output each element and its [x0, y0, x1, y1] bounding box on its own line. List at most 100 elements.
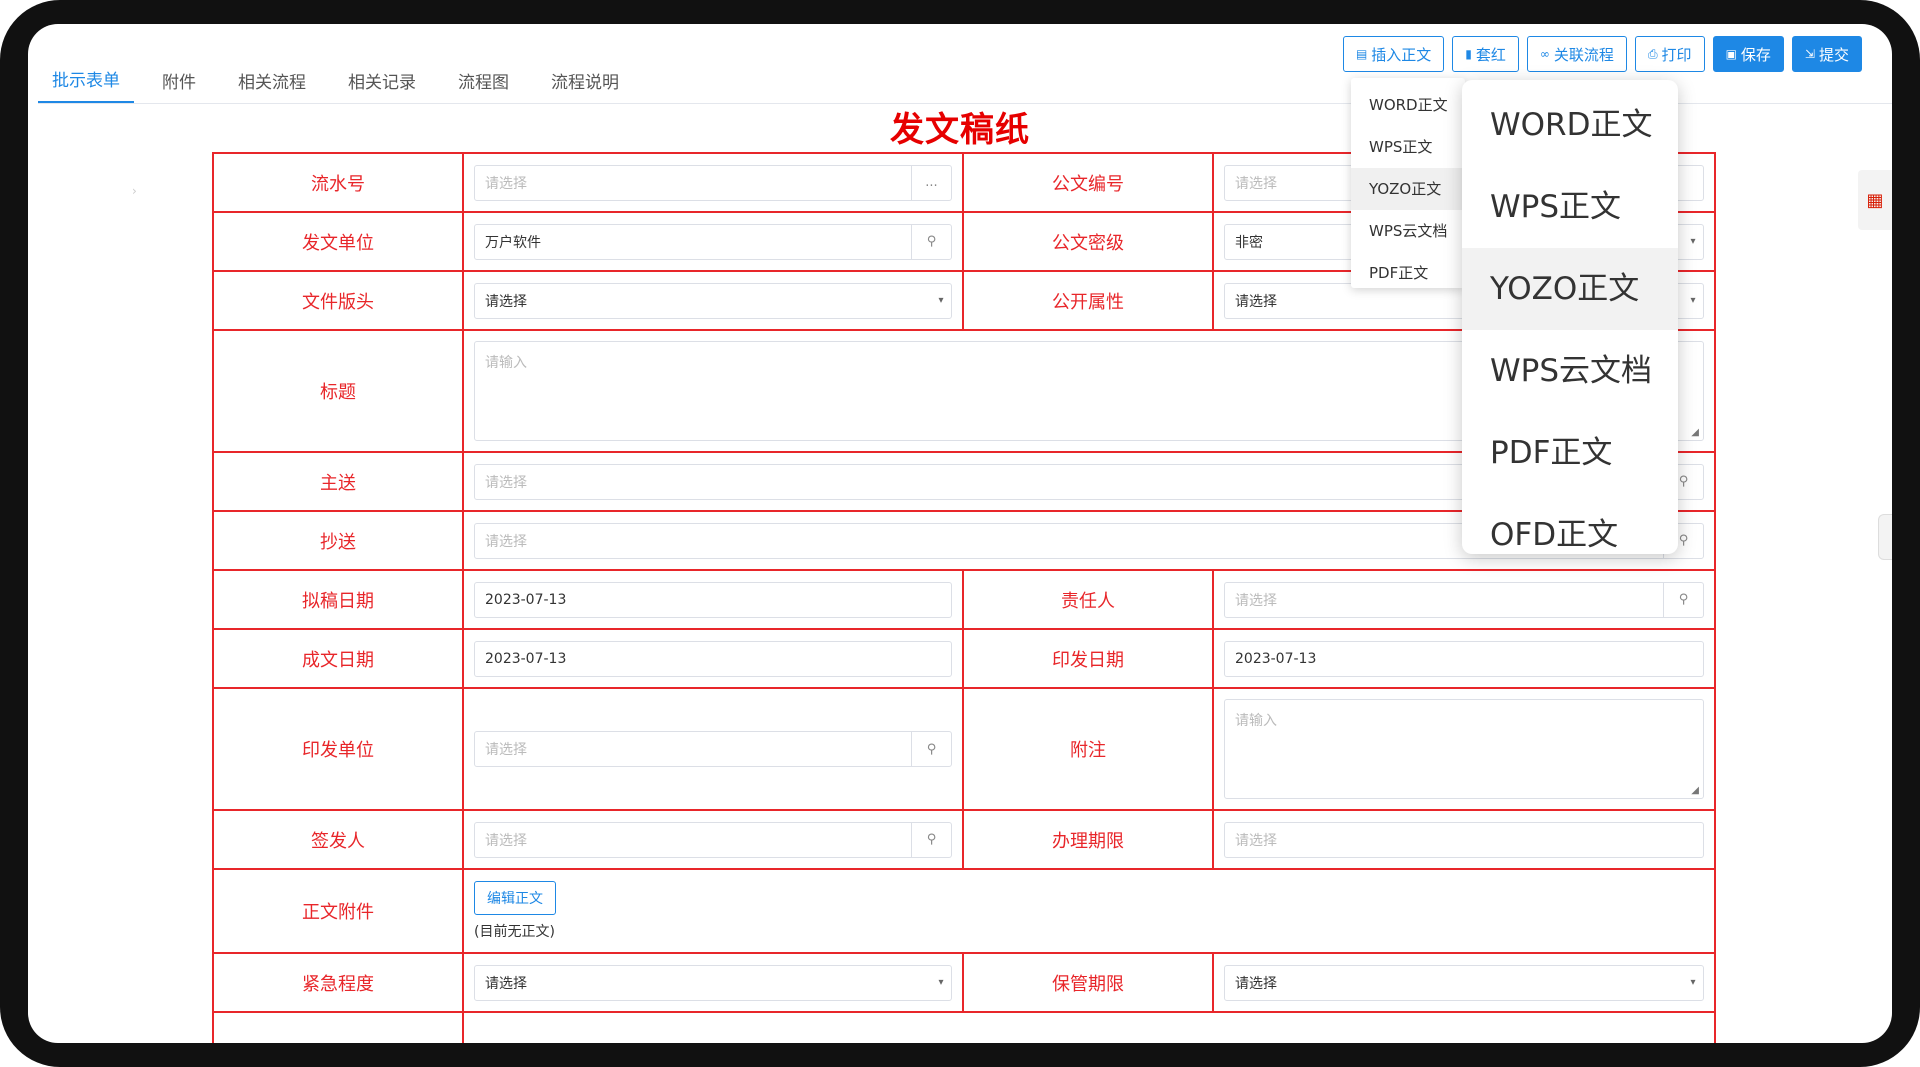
menu-item-word[interactable]: WORD正文 [1351, 84, 1465, 126]
done-date-value: 2023-07-13 [485, 650, 567, 667]
save-label: 保存 [1740, 45, 1771, 64]
insert-body-dropdown-zoomed: WORD正文 WPS正文 YOZO正文 WPS云文档 PDF正文 OFD正文 [1462, 80, 1678, 554]
draft-date-value: 2023-07-13 [485, 591, 567, 608]
tab-related-flows[interactable]: 相关流程 [224, 57, 320, 103]
print-date-input[interactable]: 2023-07-13 [1224, 640, 1704, 677]
print-label: 打印 [1661, 45, 1692, 64]
insert-body-label: 插入正文 [1371, 45, 1432, 64]
header-value: 请选择 [485, 293, 527, 310]
tab-approval-form[interactable]: 批示表单 [38, 57, 134, 103]
deadline-placeholder: 请选择 [1235, 832, 1277, 849]
signer-placeholder: 请选择 [485, 832, 527, 849]
tab-attachments[interactable]: 附件 [148, 57, 210, 103]
zoom-menu-item-wps-cloud[interactable]: WPS云文档 [1462, 330, 1678, 412]
zoom-menu-item-ofd[interactable]: OFD正文 [1462, 494, 1678, 576]
done-date-input[interactable]: 2023-07-13 [474, 640, 952, 677]
urgency-select[interactable]: 请选择 ▾ [474, 964, 952, 1001]
zoom-menu-item-pdf[interactable]: PDF正文 [1462, 412, 1678, 494]
exit-icon: ⇲ [1804, 47, 1815, 61]
header-select[interactable]: 请选择 ▾ [474, 282, 952, 319]
menu-item-yozo[interactable]: YOZO正文 [1351, 168, 1465, 210]
attach-label: 正文附件 [212, 868, 464, 954]
owner-label: 责任人 [962, 569, 1214, 630]
menu-item-wps[interactable]: WPS正文 [1351, 126, 1465, 168]
secret-label: 公文密级 [962, 211, 1214, 272]
chevron-down-icon: ▾ [1690, 236, 1696, 247]
tab-flow-description[interactable]: 流程说明 [537, 57, 633, 103]
retention-label: 保管期限 [962, 952, 1214, 1013]
resize-handle-icon[interactable]: ◢ [1691, 427, 1699, 438]
chevron-right-icon: › [132, 184, 137, 198]
chevron-down-icon: ▾ [938, 977, 944, 988]
insert-body-button[interactable]: ▤ 插入正文 [1342, 36, 1445, 72]
print-button[interactable]: ⎙ 打印 [1634, 36, 1705, 72]
zoom-menu-item-word[interactable]: WORD正文 [1462, 84, 1678, 166]
issuer-value: 万户软件 [485, 234, 541, 251]
issuer-label: 发文单位 [212, 211, 464, 272]
done-date-label: 成文日期 [212, 628, 464, 689]
owner-field[interactable]: 请选择 ⚲ [1224, 581, 1704, 618]
urgency-value: 请选择 [485, 975, 527, 992]
zoom-menu-item-yozo[interactable]: YOZO正文 [1462, 248, 1678, 330]
redhead-button[interactable]: ▮ 套红 [1452, 36, 1519, 72]
user-picker-icon[interactable]: ⚲ [1663, 582, 1703, 617]
urgency-label: 紧急程度 [212, 952, 464, 1013]
chevron-down-icon: ▾ [1690, 295, 1696, 306]
deadline-label: 办理期限 [962, 809, 1214, 870]
user-picker-icon[interactable]: ⚲ [911, 732, 951, 766]
signer-field[interactable]: 请选择 ⚲ [474, 821, 952, 858]
device-frame: 批示表单 附件 相关流程 相关记录 流程图 流程说明 ▤ 插入正文 ▮ 套红 ∞… [0, 0, 1920, 1067]
serial-placeholder: 请选择 [485, 175, 527, 192]
user-picker-icon[interactable]: ⚲ [911, 224, 951, 259]
insert-body-dropdown: WORD正文 WPS正文 YOZO正文 WPS云文档 PDF正文 [1351, 78, 1465, 288]
save-icon: ▣ [1725, 47, 1737, 61]
header-label: 文件版头 [212, 270, 464, 331]
submit-button[interactable]: ⇲ 提交 [1791, 36, 1862, 72]
resize-handle-icon[interactable]: ◢ [1691, 785, 1699, 796]
owner-placeholder: 请选择 [1235, 592, 1277, 609]
print-unit-label: 印发单位 [212, 687, 464, 811]
grid-apps-icon[interactable]: ▦ [1858, 170, 1892, 230]
more-icon[interactable]: ... [911, 165, 951, 200]
print-unit-placeholder: 请选择 [485, 742, 527, 758]
user-picker-icon[interactable]: ⚲ [911, 822, 951, 857]
app-screen: 批示表单 附件 相关流程 相关记录 流程图 流程说明 ▤ 插入正文 ▮ 套红 ∞… [28, 24, 1892, 1043]
submit-label: 提交 [1818, 45, 1849, 64]
public-label: 公开属性 [962, 270, 1214, 331]
no-body-note: (目前无正文) [474, 924, 555, 940]
remark-textarea[interactable]: 请输入 ◢ [1224, 699, 1704, 799]
link-icon: ∞ [1539, 47, 1550, 61]
zoom-menu-item-wps[interactable]: WPS正文 [1462, 166, 1678, 248]
subject-label: 标题 [212, 329, 464, 453]
redhead-label: 套红 [1475, 45, 1506, 64]
draft-date-input[interactable]: 2023-07-13 [474, 581, 952, 618]
deadline-field[interactable]: 请选择 [1224, 821, 1704, 858]
edit-body-button[interactable]: 编辑正文 [474, 881, 556, 915]
retention-value: 请选择 [1235, 975, 1277, 992]
save-button[interactable]: ▣ 保存 [1712, 36, 1784, 72]
next-row-label [212, 1011, 464, 1043]
retention-select[interactable]: 请选择 ▾ [1224, 964, 1704, 1001]
print-date-label: 印发日期 [962, 628, 1214, 689]
remark-placeholder: 请输入 [1235, 713, 1277, 729]
toolbar: ▤ 插入正文 ▮ 套红 ∞ 关联流程 ⎙ 打印 ▣ 保存 ⇲ 提交 [1342, 36, 1862, 72]
remark-label: 附注 [962, 687, 1214, 811]
subject-placeholder: 请输入 [485, 355, 527, 371]
tab-flow-chart[interactable]: 流程图 [444, 57, 523, 103]
link-flow-label: 关联流程 [1553, 45, 1614, 64]
print-unit-field[interactable]: 请选择 ⚲ [474, 731, 952, 767]
side-drawer-handle[interactable] [1878, 514, 1892, 560]
serial-label: 流水号 [212, 152, 464, 213]
issuer-field[interactable]: 万户软件 ⚲ [474, 223, 952, 260]
signer-label: 签发人 [212, 809, 464, 870]
printer-icon: ⎙ [1647, 46, 1658, 61]
menu-item-pdf[interactable]: PDF正文 [1351, 252, 1465, 294]
menu-item-wps-cloud[interactable]: WPS云文档 [1351, 210, 1465, 252]
tab-related-records[interactable]: 相关记录 [334, 57, 430, 103]
cc-label: 抄送 [212, 510, 464, 571]
chevron-down-icon: ▾ [938, 295, 944, 306]
link-flow-button[interactable]: ∞ 关联流程 [1526, 36, 1627, 72]
draft-date-label: 拟稿日期 [212, 569, 464, 630]
serial-select[interactable]: 请选择 ... [474, 164, 952, 201]
print-date-value: 2023-07-13 [1235, 650, 1317, 667]
